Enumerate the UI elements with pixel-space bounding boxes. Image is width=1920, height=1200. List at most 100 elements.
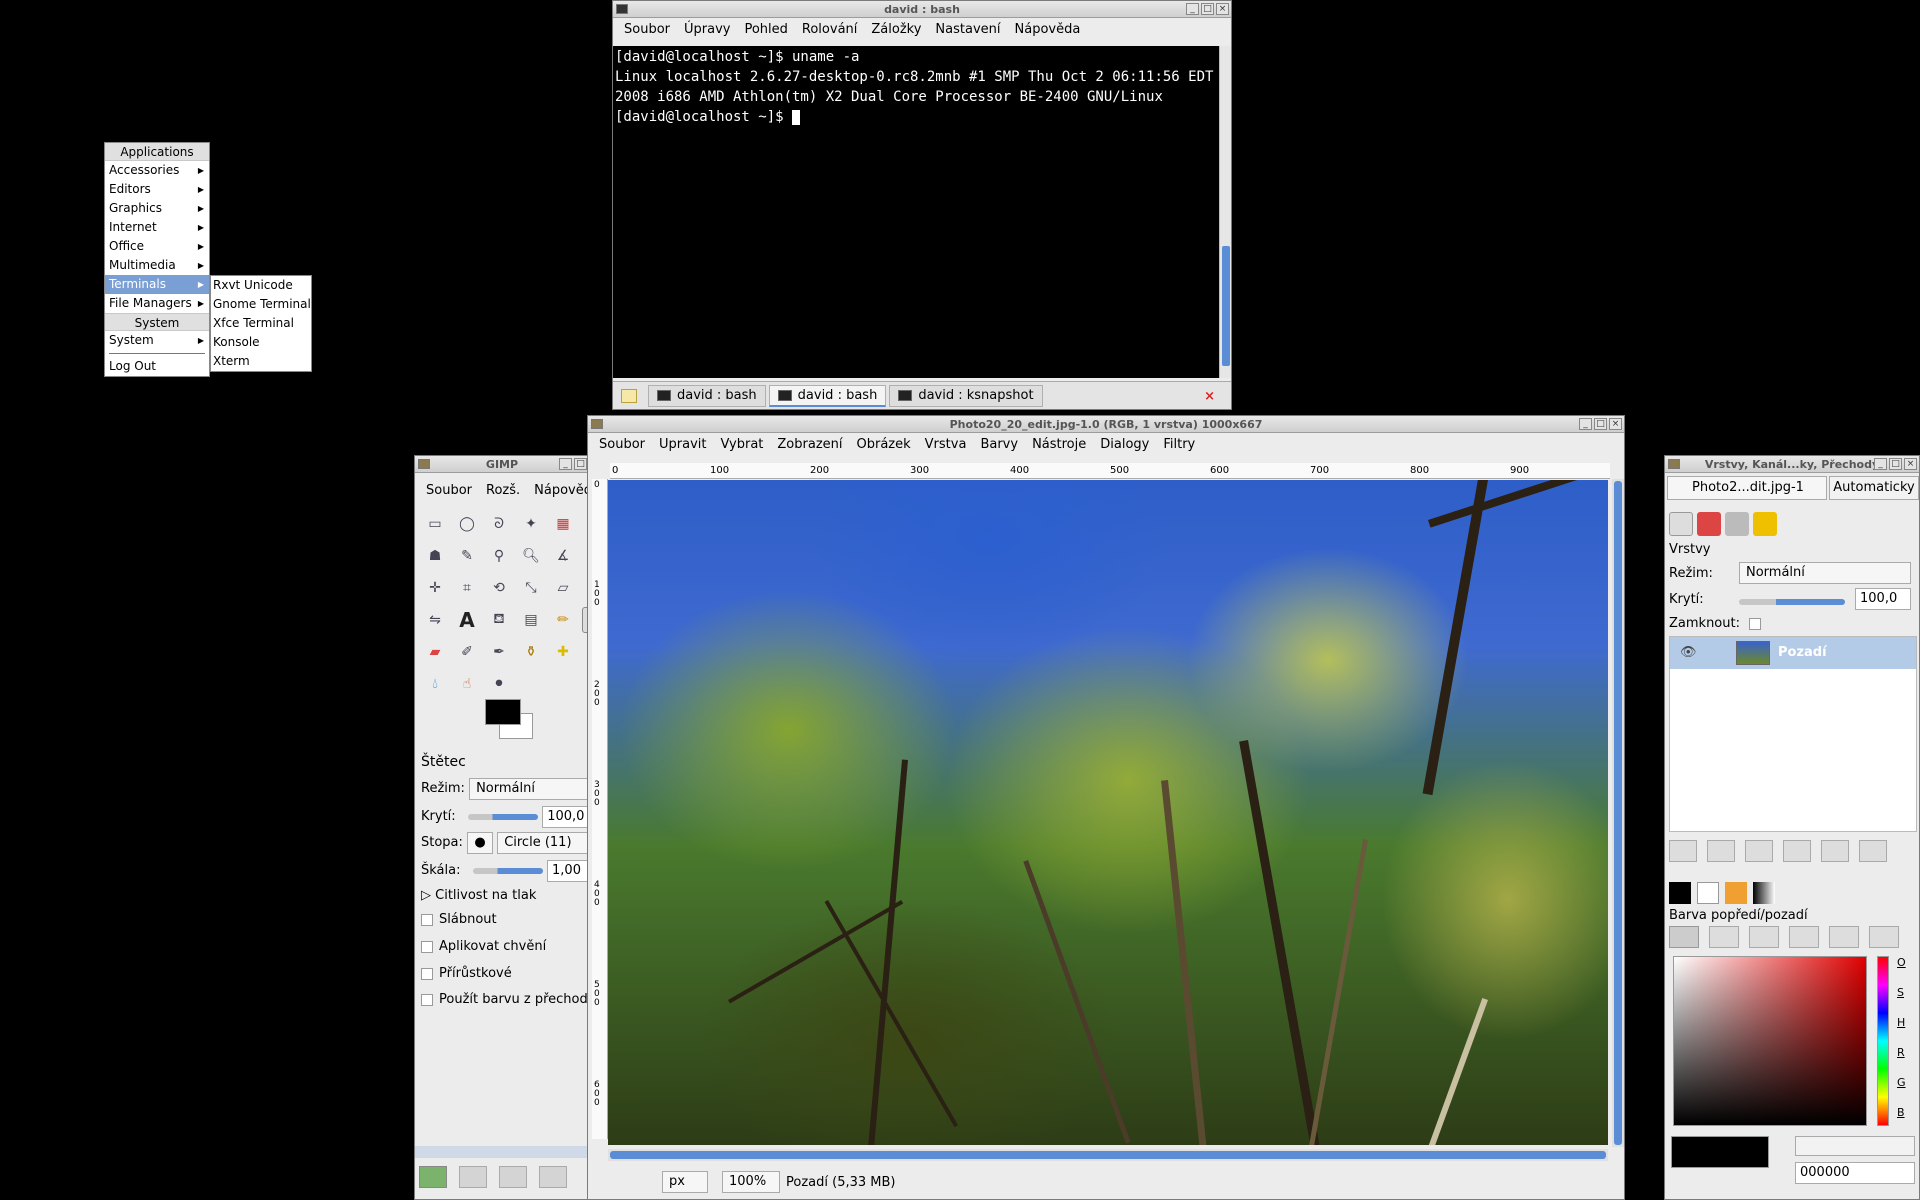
foreground-color-swatch[interactable]: [485, 699, 521, 725]
fg-bg-color-selector[interactable]: [485, 699, 533, 743]
opacity-spin[interactable]: 100,0: [542, 806, 589, 828]
brush-name[interactable]: Circle (11): [497, 832, 589, 854]
scrollbar-thumb[interactable]: [1222, 246, 1230, 366]
zoom-combo[interactable]: 100%: [722, 1171, 780, 1193]
color-picker-tool-icon[interactable]: ⚲: [486, 543, 512, 569]
image-vertical-scrollbar[interactable]: [1612, 479, 1624, 1147]
image-select-combo[interactable]: Photo2...dit.jpg-1: [1667, 476, 1827, 500]
undo-tab-icon[interactable]: [1753, 512, 1777, 536]
hue-strip[interactable]: [1877, 956, 1889, 1126]
menu-barvy[interactable]: Barvy: [973, 437, 1025, 452]
clone-tool-icon[interactable]: ⚱: [518, 639, 544, 665]
tab-bash-1[interactable]: david : bash: [648, 384, 766, 407]
maximize-button[interactable]: □: [574, 458, 587, 470]
delete-options-icon[interactable]: [499, 1166, 527, 1188]
menu-pohled[interactable]: Pohled: [737, 22, 794, 37]
new-tab-icon[interactable]: [621, 388, 637, 403]
palette-selector-icon[interactable]: [1829, 926, 1859, 948]
close-tab-icon[interactable]: ×: [1204, 389, 1215, 404]
scrollbar-thumb[interactable]: [1614, 481, 1622, 1145]
save-options-icon[interactable]: [419, 1166, 447, 1188]
delete-layer-icon[interactable]: [1859, 840, 1887, 862]
patterns-tab-icon[interactable]: [1725, 882, 1747, 904]
option-incremental[interactable]: Přírůstkové: [421, 966, 512, 981]
watercolor-selector-icon[interactable]: [1789, 926, 1819, 948]
toolbox-titlebar[interactable]: GIMP _ □: [415, 456, 589, 473]
foreground-select-tool-icon[interactable]: ☗: [422, 543, 448, 569]
image-canvas[interactable]: [608, 480, 1608, 1145]
crop-tool-icon[interactable]: ⌗: [454, 575, 480, 601]
align-tool-icon[interactable]: ✛: [422, 575, 448, 601]
channel-h[interactable]: H: [1897, 1016, 1913, 1046]
layers-mode-combo[interactable]: Normální: [1739, 562, 1911, 584]
channel-s[interactable]: S: [1897, 986, 1913, 1016]
menu-napoveda[interactable]: Nápověda: [1008, 22, 1088, 37]
channel-g[interactable]: G: [1897, 1076, 1913, 1106]
raise-layer-icon[interactable]: [1707, 840, 1735, 862]
menu-upravy[interactable]: Úpravy: [677, 22, 737, 37]
menu-item-accessories[interactable]: Accessories ▶: [105, 161, 209, 180]
dock-titlebar[interactable]: Vrstvy, Kanál...ky, Přechody _ □ ×: [1665, 456, 1919, 473]
option-gradient-color[interactable]: Použít barvu z přechodu: [421, 992, 589, 1007]
menu-zobrazeni[interactable]: Zobrazení: [770, 437, 849, 452]
bucket-fill-tool-icon[interactable]: ⛾: [486, 607, 512, 633]
tab-bash-2[interactable]: david : bash: [768, 384, 887, 407]
free-select-tool-icon[interactable]: ᘐ: [486, 511, 512, 537]
tab-ksnapshot[interactable]: david : ksnapshot: [889, 384, 1043, 407]
channel-o[interactable]: O: [1897, 956, 1913, 986]
cmyk-selector-icon[interactable]: [1749, 926, 1779, 948]
submenu-item-gnome-terminal[interactable]: Gnome Terminal: [211, 295, 311, 314]
auto-button[interactable]: Automaticky: [1829, 476, 1919, 500]
color-gradient-picker[interactable]: [1673, 956, 1867, 1126]
channel-b[interactable]: B: [1897, 1106, 1913, 1136]
new-layer-icon[interactable]: [1669, 840, 1697, 862]
flip-tool-icon[interactable]: ⇋: [422, 607, 448, 633]
menu-napoveda[interactable]: Nápověda: [527, 483, 589, 498]
lock-checkbox[interactable]: [1749, 618, 1761, 630]
ink-tool-icon[interactable]: ✒: [486, 639, 512, 665]
restore-options-icon[interactable]: [459, 1166, 487, 1188]
menu-item-editors[interactable]: Editors ▶: [105, 180, 209, 199]
menu-item-terminals[interactable]: Terminals ▶: [105, 275, 209, 294]
foreground-color-swatch[interactable]: [1671, 1136, 1769, 1168]
submenu-item-konsole[interactable]: Konsole: [211, 333, 311, 352]
checkbox[interactable]: [421, 940, 433, 953]
submenu-item-rxvt[interactable]: Rxvt Unicode: [211, 276, 311, 295]
blur-tool-icon[interactable]: 💧︎: [422, 671, 448, 697]
scrollbar-thumb[interactable]: [610, 1151, 1606, 1159]
option-fade[interactable]: Slábnout: [421, 912, 497, 927]
paths-tool-icon[interactable]: ✎: [454, 543, 480, 569]
menu-nastroje[interactable]: Nástroje: [1025, 437, 1093, 452]
opacity-slider[interactable]: [468, 813, 539, 820]
option-jitter[interactable]: Aplikovat chvění: [421, 939, 546, 954]
shear-tool-icon[interactable]: ▱: [550, 575, 576, 601]
menu-item-office[interactable]: Office ▶: [105, 237, 209, 256]
minimize-button[interactable]: _: [1186, 3, 1199, 15]
smudge-tool-icon[interactable]: ☝: [454, 671, 480, 697]
menu-rozsireni[interactable]: Rozš.: [479, 483, 527, 498]
layers-tab-icon[interactable]: [1669, 512, 1693, 536]
menu-item-multimedia[interactable]: Multimedia ▶: [105, 256, 209, 275]
rotate-tool-icon[interactable]: ⟲: [486, 575, 512, 601]
toolbox-scrollbar[interactable]: [415, 1146, 589, 1158]
menu-upravit[interactable]: Upravit: [652, 437, 713, 452]
menu-item-file-managers[interactable]: File Managers ▶: [105, 294, 209, 313]
menu-vybrat[interactable]: Vybrat: [713, 437, 770, 452]
lower-layer-icon[interactable]: [1745, 840, 1773, 862]
channel-r[interactable]: R: [1897, 1046, 1913, 1076]
zoom-tool-icon[interactable]: 🔍︎: [518, 543, 544, 569]
fuzzy-select-tool-icon[interactable]: ✦: [518, 511, 544, 537]
menu-zalozky[interactable]: Záložky: [864, 22, 928, 37]
menu-nastaveni[interactable]: Nastavení: [928, 22, 1007, 37]
layers-opacity-slider[interactable]: [1739, 599, 1845, 605]
close-button[interactable]: ×: [1904, 458, 1917, 470]
brush-preview[interactable]: ●: [467, 832, 494, 854]
mode-combo[interactable]: Normální: [469, 778, 589, 800]
layer-row[interactable]: 👁︎ Pozadí: [1670, 637, 1916, 669]
minimize-button[interactable]: _: [559, 458, 572, 470]
layers-opacity-spin[interactable]: 100,0: [1855, 588, 1911, 610]
anchor-layer-icon[interactable]: [1821, 840, 1849, 862]
gradients-tab-icon[interactable]: [1753, 882, 1775, 904]
maximize-button[interactable]: □: [1889, 458, 1902, 470]
image-window-titlebar[interactable]: Photo20_20_edit.jpg-1.0 (RGB, 1 vrstva) …: [588, 416, 1624, 433]
